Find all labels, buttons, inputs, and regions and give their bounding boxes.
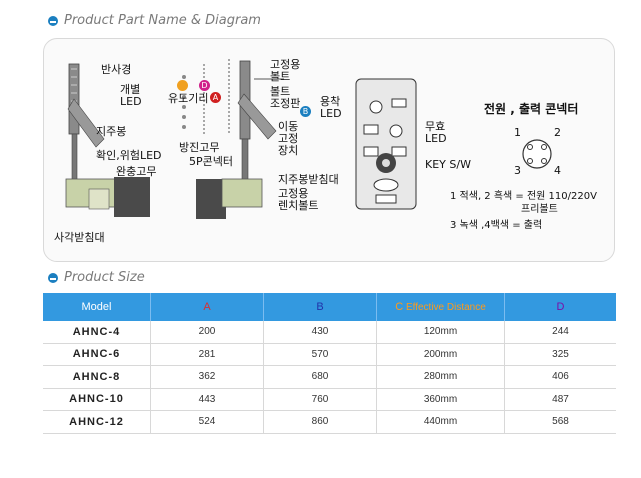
header-a: A bbox=[150, 293, 264, 321]
header-c-text: Effective Distance bbox=[405, 302, 486, 313]
table-row: AHNC-12 524 860 440mm 568 bbox=[43, 410, 616, 434]
cell-model: AHNC-12 bbox=[43, 410, 151, 434]
cell-d: 487 bbox=[504, 388, 616, 411]
control-panel-drawing bbox=[355, 78, 417, 210]
header-model: Model bbox=[43, 293, 151, 321]
label-5p-connector: 5P콘넥터 bbox=[189, 155, 233, 168]
header-c: C Effective Distance bbox=[376, 293, 505, 321]
header-d: D bbox=[504, 293, 616, 321]
label-fixing-bolt: 고정용 볼트 bbox=[270, 58, 301, 83]
header-c-letter: C bbox=[395, 301, 404, 313]
pin-1-label: 1 bbox=[514, 126, 521, 139]
cell-d: 568 bbox=[504, 410, 616, 434]
header-b: B bbox=[263, 293, 377, 321]
label-bolt-adjust-plate: 볼트 조정판 bbox=[270, 85, 301, 110]
cell-d: 325 bbox=[504, 343, 616, 366]
cell-a: 200 bbox=[150, 321, 264, 344]
label-reflector: 반사경 bbox=[101, 63, 132, 76]
cell-a: 362 bbox=[150, 365, 264, 389]
label-rod-stand: 지주봉받침대 bbox=[278, 173, 339, 186]
label-moving-fixture: 이동 고정 장치 bbox=[278, 120, 299, 157]
connector-pin-drawing bbox=[522, 139, 552, 169]
cell-c: 120mm bbox=[376, 321, 505, 344]
pin-2-label: 2 bbox=[554, 126, 561, 139]
connector-title: 전원 , 출력 콘넥터 bbox=[484, 102, 579, 116]
product-size-table: Model A B C Effective Distance D AHNC-4 … bbox=[43, 293, 616, 434]
cell-a: 443 bbox=[150, 388, 264, 411]
section-bullet-icon bbox=[48, 272, 58, 283]
cell-c: 360mm bbox=[376, 388, 505, 411]
marker-b: B bbox=[300, 106, 311, 117]
label-individual-led: 개별 LED bbox=[120, 83, 142, 108]
table-row: AHNC-10 443 760 360mm 487 bbox=[43, 388, 616, 411]
label-weld-led: 용착 LED bbox=[320, 95, 342, 120]
cell-c: 280mm bbox=[376, 365, 505, 389]
cell-c: 200mm bbox=[376, 343, 505, 366]
cell-model: AHNC-4 bbox=[43, 321, 151, 344]
table-row: AHNC-8 362 680 280mm 406 bbox=[43, 365, 616, 389]
cell-b: 760 bbox=[263, 388, 377, 411]
label-key-switch: KEY S/W bbox=[425, 158, 471, 171]
label-confirm-warning-led: 확인,위험LED bbox=[96, 149, 162, 162]
part-diagram-panel: D A B 반사경 개별 LED 유도기리 지주봉 확인,위험LED 완충고무 … bbox=[43, 38, 615, 262]
label-inductor: 유도기리 bbox=[168, 92, 209, 105]
cell-d: 244 bbox=[504, 321, 616, 344]
diagram-section-title-text: Product Part Name & Diagram bbox=[64, 13, 261, 28]
label-buffer-rubber: 완충고무 bbox=[116, 165, 157, 178]
label-invalid-led: 무효 LED bbox=[425, 120, 447, 145]
label-support-rod: 지주봉 bbox=[96, 125, 127, 138]
marker-a: A bbox=[210, 92, 221, 103]
table-row: AHNC-6 281 570 200mm 325 bbox=[43, 343, 616, 366]
cell-c: 440mm bbox=[376, 410, 505, 434]
cell-b: 570 bbox=[263, 343, 377, 366]
cell-model: AHNC-10 bbox=[43, 388, 151, 411]
cell-b: 860 bbox=[263, 410, 377, 434]
connector-note-1b: 프리볼트 bbox=[521, 204, 558, 215]
cell-b: 680 bbox=[263, 365, 377, 389]
cell-a: 524 bbox=[150, 410, 264, 434]
pin-4-label: 4 bbox=[554, 164, 561, 177]
cell-a: 281 bbox=[150, 343, 264, 366]
pin-3-label: 3 bbox=[514, 164, 521, 177]
label-anti-vibration-rubber: 방진고무 bbox=[179, 141, 220, 154]
cell-b: 430 bbox=[263, 321, 377, 344]
label-fixing-wrench-bolt: 고정용 렌치볼트 bbox=[278, 187, 319, 212]
table-row: AHNC-4 200 430 120mm 244 bbox=[43, 321, 616, 344]
section-bullet-icon bbox=[48, 15, 58, 26]
size-section-title-text: Product Size bbox=[64, 270, 145, 285]
marker-c bbox=[177, 80, 188, 91]
marker-d: D bbox=[199, 80, 210, 91]
table-header-row: Model A B C Effective Distance D bbox=[43, 293, 616, 321]
label-square-stand: 사각받침대 bbox=[54, 231, 105, 244]
diagram-section-title: Product Part Name & Diagram bbox=[48, 13, 261, 28]
cell-model: AHNC-8 bbox=[43, 365, 151, 389]
connector-note-1: 1 적색, 2 흑색 = 전원 110/220V bbox=[450, 191, 597, 202]
cell-d: 406 bbox=[504, 365, 616, 389]
connector-note-2: 3 녹색 ,4백색 = 출력 bbox=[450, 220, 543, 231]
size-section-title: Product Size bbox=[48, 270, 145, 285]
cell-model: AHNC-6 bbox=[43, 343, 151, 366]
